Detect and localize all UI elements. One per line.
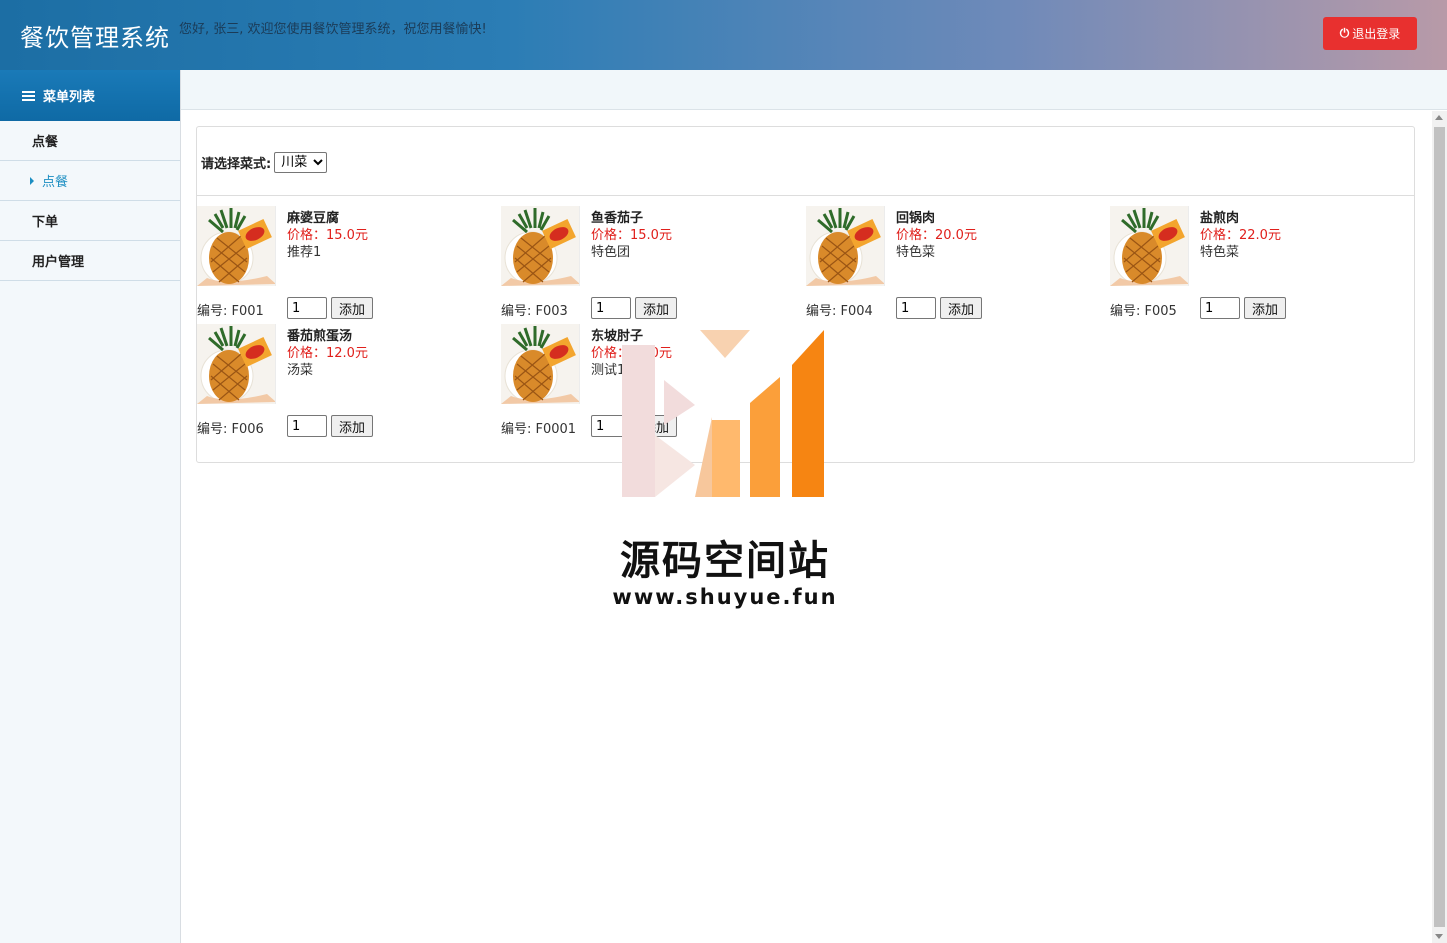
dish-code: 编号: F0001	[501, 422, 577, 437]
list-icon	[22, 90, 35, 101]
dish-code: 编号: F005	[1110, 304, 1177, 319]
quantity-input[interactable]	[287, 415, 327, 437]
menu-panel: 请选择菜式: 川菜 麻婆豆腐价格：15.0元推荐1编号: F001添加 鱼香茄子…	[196, 126, 1415, 463]
dish-card: 番茄煎蛋汤价格：12.0元汤菜编号: F006添加	[197, 324, 497, 442]
dish-code: 编号: F006	[197, 422, 264, 437]
dish-image	[197, 324, 276, 404]
sidebar-heading-label: 菜单列表	[43, 90, 96, 105]
scroll-thumb[interactable]	[1434, 127, 1445, 927]
dish-code: 编号: F004	[806, 304, 873, 319]
add-button[interactable]: 添加	[1244, 297, 1286, 319]
sidebar-heading: 菜单列表	[0, 70, 180, 121]
dish-image	[806, 206, 885, 286]
dish-description: 推荐1	[287, 245, 322, 260]
top-header: 餐饮管理系统 您好, 张三, 欢迎您使用餐饮管理系统，祝您用餐愉快! ⏻ 退出登…	[0, 0, 1447, 70]
sidebar-item-checkout[interactable]: 下单	[0, 201, 180, 241]
add-button[interactable]: 添加	[635, 297, 677, 319]
dish-description: 测试1	[591, 363, 626, 378]
quantity-input[interactable]	[896, 297, 936, 319]
caret-right-icon	[30, 176, 34, 185]
quantity-input[interactable]	[591, 415, 631, 437]
dish-description: 特色菜	[896, 245, 936, 260]
dish-description: 特色菜	[1200, 245, 1240, 260]
quantity-input[interactable]	[287, 297, 327, 319]
logout-label: 退出登录	[1352, 27, 1401, 41]
dish-description: 特色团	[591, 245, 631, 260]
app-title: 餐饮管理系统	[20, 24, 170, 52]
cuisine-filter-label: 请选择菜式:	[201, 156, 272, 172]
quantity-input[interactable]	[591, 297, 631, 319]
cuisine-select[interactable]: 川菜	[274, 151, 328, 173]
dish-image	[197, 206, 276, 286]
sidebar-item-label: 下单	[32, 215, 59, 230]
sidebar-item-label: 用户管理	[32, 255, 85, 270]
dish-card: 盐煎肉价格：22.0元特色菜编号: F005添加	[1110, 206, 1410, 324]
vertical-scrollbar[interactable]	[1432, 111, 1447, 943]
sidebar-item-order[interactable]: 点餐	[0, 121, 180, 161]
add-button[interactable]: 添加	[331, 415, 373, 437]
content-top-strip	[181, 70, 1447, 110]
add-button[interactable]: 添加	[940, 297, 982, 319]
welcome-message: 您好, 张三, 欢迎您使用餐饮管理系统，祝您用餐愉快!	[179, 22, 487, 37]
scroll-down-icon[interactable]	[1435, 934, 1443, 939]
add-button[interactable]: 添加	[331, 297, 373, 319]
watermark-url: www.shuyue.fun	[612, 585, 838, 609]
sidebar: 菜单列表 点餐 点餐 下单 用户管理	[0, 70, 181, 943]
scroll-up-icon[interactable]	[1435, 115, 1443, 120]
quantity-input[interactable]	[1200, 297, 1240, 319]
add-button[interactable]: 添加	[635, 415, 677, 437]
dish-image	[1110, 206, 1189, 286]
dish-card: 东坡肘子价格：30.0元测试1编号: F0001添加	[501, 324, 801, 442]
dish-card: 回锅肉价格：20.0元特色菜编号: F004添加	[806, 206, 1106, 324]
dish-card: 鱼香茄子价格：15.0元特色团编号: F003添加	[501, 206, 801, 324]
sidebar-item-user-management[interactable]: 用户管理	[0, 241, 180, 281]
power-icon: ⏻	[1339, 26, 1350, 40]
dish-image	[501, 324, 580, 404]
dish-code: 编号: F001	[197, 304, 264, 319]
sidebar-item-label: 点餐	[42, 175, 69, 190]
dish-image	[501, 206, 580, 286]
sidebar-item-label: 点餐	[32, 135, 59, 150]
dish-card: 麻婆豆腐价格：15.0元推荐1编号: F001添加	[197, 206, 497, 324]
cuisine-filter: 请选择菜式: 川菜	[197, 127, 1414, 196]
logout-button[interactable]: ⏻ 退出登录	[1323, 17, 1417, 50]
sidebar-subitem-order[interactable]: 点餐	[0, 161, 180, 201]
dish-description: 汤菜	[287, 363, 314, 378]
watermark-title: 源码空间站	[620, 538, 830, 584]
dish-code: 编号: F003	[501, 304, 568, 319]
